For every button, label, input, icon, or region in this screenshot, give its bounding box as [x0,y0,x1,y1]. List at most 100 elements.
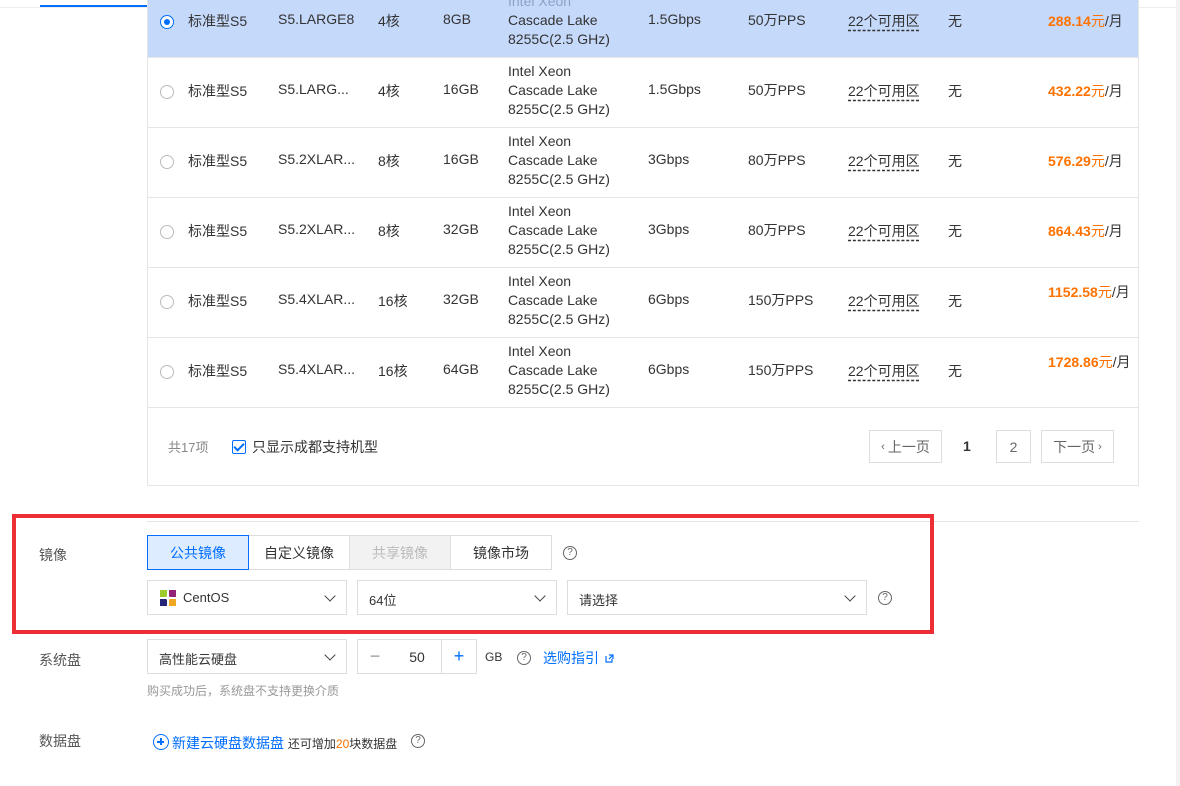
instance-memory: 16GB [443,151,479,167]
instance-bandwidth: 3Gbps [648,221,690,237]
tab-custom-image[interactable]: 自定义镜像 [248,535,350,570]
instance-type: 标准型S5 [188,363,248,379]
instance-pps: 80万PPS [748,222,806,238]
instance-bandwidth: 6Gbps [648,291,690,307]
instance-pps: 80万PPS [748,152,806,168]
active-tab-indicator [40,5,156,7]
total-count: 共17项 [168,440,209,455]
help-icon[interactable]: ? [563,546,577,560]
tab-public-image[interactable]: 公共镜像 [147,535,249,570]
chevron-down-icon [844,590,856,602]
instance-processor: Intel Xeon Cascade Lake 8255C(2.5 GHz) [508,203,610,257]
instance-cpu: 16核 [378,293,408,309]
external-link-icon [605,654,614,663]
instance-bandwidth: 1.5Gbps [648,81,701,97]
instance-extra: 无 [948,153,962,169]
instance-pps: 150万PPS [748,362,814,378]
instance-radio[interactable] [160,155,174,169]
instance-bandwidth: 6Gbps [648,361,690,377]
tab-image-market[interactable]: 镜像市场 [450,535,552,570]
next-page-button[interactable]: 下一页 › [1041,430,1114,463]
disk-size-input[interactable] [392,639,442,674]
instance-processor: Intel Xeon Cascade Lake 8255C(2.5 GHz) [508,0,610,47]
instance-radio[interactable] [160,225,174,239]
instance-processor: Intel Xeon Cascade Lake 8255C(2.5 GHz) [508,273,610,327]
instance-type: 标准型S5 [188,223,248,239]
instance-cpu: 8核 [378,153,400,169]
instance-memory: 8GB [443,11,472,27]
instance-processor: Intel Xeon Cascade Lake 8255C(2.5 GHz) [508,343,610,397]
guide-link[interactable]: 选购指引 [543,648,614,668]
instance-row[interactable]: 标准型S5 S5.LARG... 4核 16GB Intel Xeon Cascade L… [148,58,1138,128]
instance-row[interactable]: 标准型S5 S5.4XLAR... 16核 32GB Intel Xeon Cascade… [148,268,1138,338]
instance-zones-link[interactable]: 22个可用区 [848,11,920,31]
instance-zones-link[interactable]: 22个可用区 [848,361,920,381]
data-disk-label: 数据盘 [39,733,81,749]
instance-radio[interactable] [160,295,174,309]
instance-price: 1152.58元/月 [1048,284,1130,300]
chengdu-filter-label[interactable]: 只显示成都支持机型 [252,437,378,457]
add-data-disk-link[interactable]: 新建云硬盘数据盘 [172,735,284,751]
instance-type: 标准型S5 [188,293,248,309]
instance-price: 576.29元/月 [1048,153,1123,169]
instance-pps: 50万PPS [748,12,806,28]
tab-shared-image: 共享镜像 [349,535,451,570]
instance-zones-link[interactable]: 22个可用区 [848,221,920,241]
increase-button[interactable]: + [441,639,477,674]
instance-zones-link[interactable]: 22个可用区 [848,81,920,101]
instance-zones-link[interactable]: 22个可用区 [848,151,920,171]
help-icon[interactable]: ? [411,734,425,748]
page-scrollbar[interactable] [1176,0,1180,786]
image-highlight-box [12,514,934,634]
page-current[interactable]: 1 [963,438,971,454]
chevron-down-icon [534,590,546,602]
image-version-select[interactable]: 请选择 [567,580,867,615]
plus-icon: + [453,646,465,666]
instance-pps: 150万PPS [748,292,814,308]
instance-price: 1728.86元/月 [1048,354,1131,370]
instance-processor: Intel Xeon Cascade Lake 8255C(2.5 GHz) [508,133,610,187]
instance-memory: 16GB [443,81,479,97]
instance-row[interactable]: 标准型S5 S5.4XLAR... 16核 64GB Intel Xeon Cascade… [148,338,1138,408]
instance-memory: 32GB [443,221,479,237]
chevron-right-icon: › [1098,440,1102,453]
add-circle-icon[interactable] [153,734,169,750]
disk-size-unit: GB [485,650,503,664]
instance-extra: 无 [948,83,962,99]
prev-page-button[interactable]: ‹ 上一页 [869,430,942,463]
system-disk-hint: 购买成功后，系统盘不支持更换介质 [147,684,340,698]
help-icon[interactable]: ? [517,651,531,665]
os-select[interactable]: CentOS [147,580,347,615]
decrease-button[interactable]: − [357,639,393,674]
instance-price: 864.43元/月 [1048,223,1123,239]
chevron-down-icon [324,649,336,661]
instance-price: 288.14元/月 [1048,13,1123,29]
minus-icon: − [369,646,381,666]
arch-select[interactable]: 64位 [357,580,557,615]
instance-zones-link[interactable]: 22个可用区 [848,291,920,311]
instance-model: S5.4XLAR... [278,361,356,377]
instance-row[interactable]: 标准型S5 S5.2XLAR... 8核 32GB Intel Xeon Cascade … [148,198,1138,268]
instance-row[interactable]: 标准型S5 S5.2XLAR... 8核 16GB Intel Xeon Cascade … [148,128,1138,198]
instance-price: 432.22元/月 [1048,83,1123,99]
page-2-button[interactable]: 2 [996,430,1031,463]
instance-extra: 无 [948,363,962,379]
instance-radio[interactable] [160,15,174,29]
instance-model: S5.2XLAR... [278,151,356,167]
chengdu-filter-checkbox[interactable] [232,440,246,454]
instance-row[interactable]: 标准型S5 S5.LARGE8 4核 8GB Intel Xeon Cascade Lak… [148,0,1138,58]
instance-table: 标准型S5 S5.LARGE8 4核 8GB Intel Xeon Cascade Lak… [147,0,1139,486]
instance-extra: 无 [948,223,962,239]
instance-model: S5.LARG... [278,81,349,97]
instance-cpu: 4核 [378,83,400,99]
help-icon[interactable]: ? [878,591,892,605]
instance-cpu: 8核 [378,223,400,239]
instance-model: S5.LARGE8 [278,11,355,27]
instance-bandwidth: 1.5Gbps [648,11,701,27]
instance-cpu: 4核 [378,13,400,29]
instance-radio[interactable] [160,85,174,99]
disk-type-select[interactable]: 高性能云硬盘 [147,639,347,674]
add-data-disk-row: 新建云硬盘数据盘 还可增加20块数据盘 [172,735,398,751]
instance-extra: 无 [948,293,962,309]
instance-radio[interactable] [160,365,174,379]
